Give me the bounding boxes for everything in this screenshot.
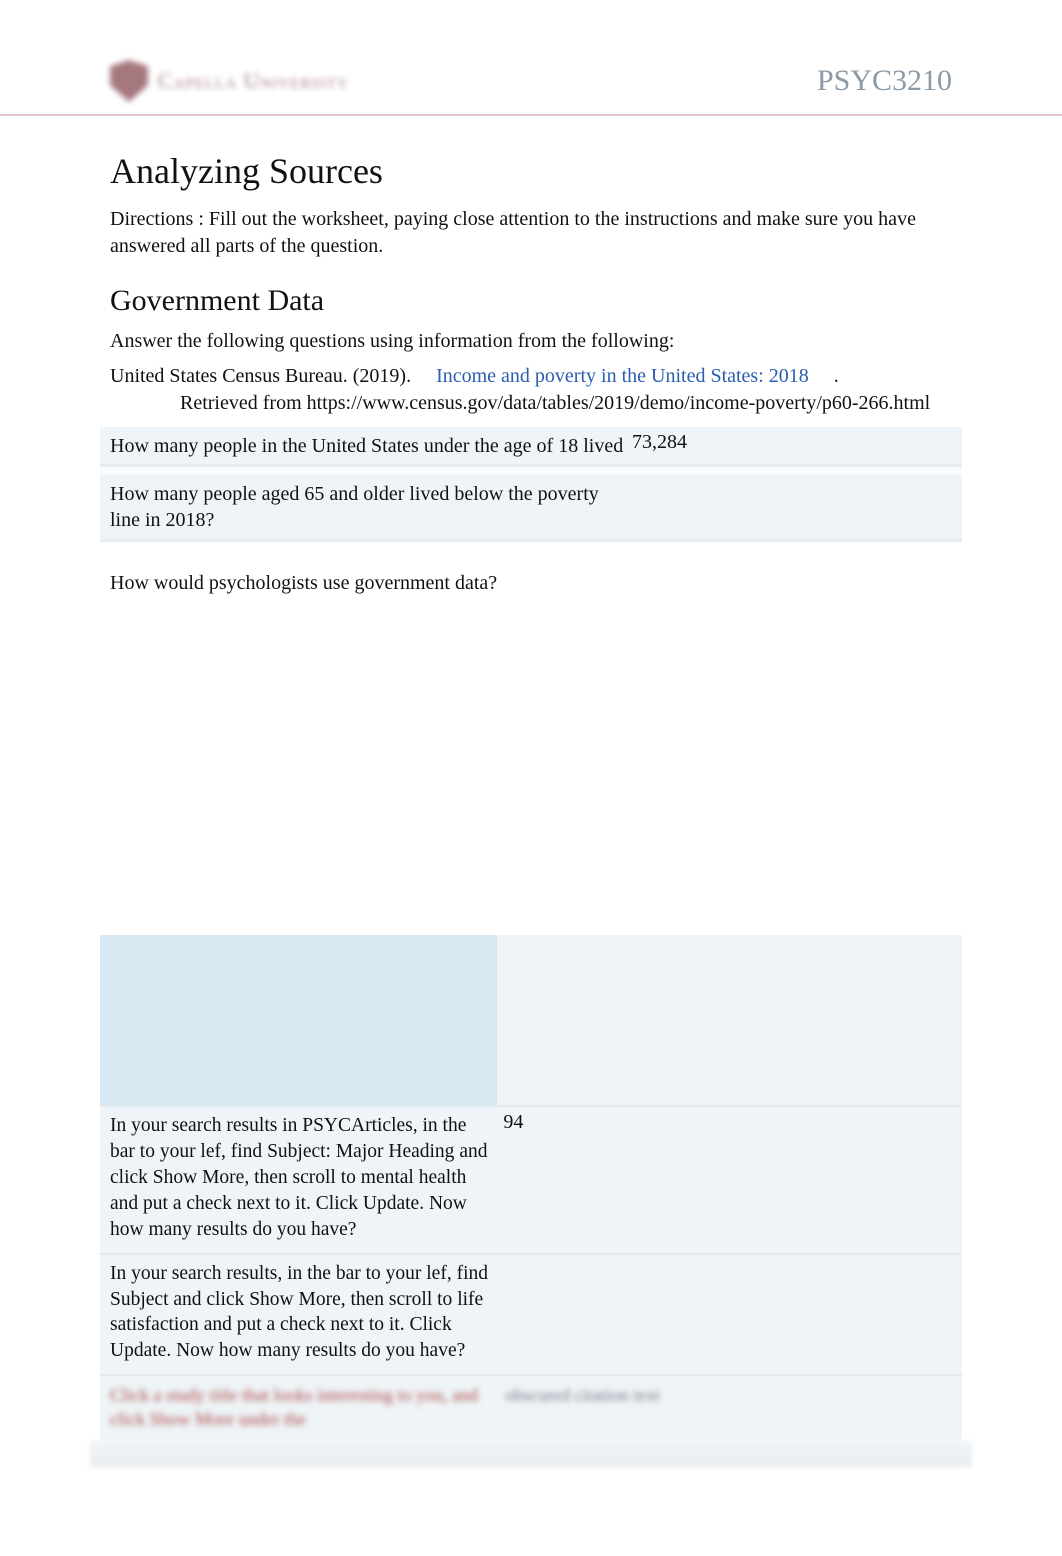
obscured-cell	[100, 935, 497, 1105]
spacer	[110, 595, 952, 935]
obscured-text: Click a study title that looks interesti…	[110, 1384, 497, 1431]
section-heading: Government Data	[110, 284, 952, 318]
obscured-cell-right	[497, 935, 962, 1105]
qa-answer	[497, 1255, 952, 1375]
qa-question: In your search results, in the bar to yo…	[110, 1255, 497, 1375]
directions-text: : Fill out the worksheet, paying close a…	[110, 208, 916, 257]
citation: United States Census Bureau. (2019). Inc…	[110, 363, 952, 417]
qa-question: How many people in the United States und…	[110, 427, 632, 464]
section-intro: Answer the following questions using inf…	[110, 330, 952, 353]
shield-icon	[110, 60, 148, 102]
qa-row: In your search results, in the bar to yo…	[100, 1253, 962, 1375]
obscured-text: obscured citation text	[497, 1384, 952, 1431]
qa-question: In your search results in PSYCArticles, …	[110, 1107, 497, 1253]
page-title: Analyzing Sources	[110, 150, 952, 192]
qa-answer: 94	[497, 1107, 952, 1253]
directions: Directions : Fill out the worksheet, pay…	[110, 206, 952, 260]
row-divider	[100, 467, 962, 475]
obscured-row: Click a study title that looks interesti…	[100, 1374, 962, 1441]
footer-blur	[90, 1441, 972, 1467]
citation-period: .	[834, 365, 839, 387]
content: Analyzing Sources Directions : Fill out …	[0, 116, 1062, 1467]
qa-answer	[632, 475, 952, 539]
page: Capella University PSYC3210 Analyzing So…	[0, 0, 1062, 1467]
qa-row: In your search results in PSYCArticles, …	[100, 1105, 962, 1253]
citation-retrieved: Retrieved from https://www.census.gov/da…	[110, 390, 952, 417]
open-question: How would psychologists use government d…	[110, 572, 952, 595]
citation-link[interactable]: Income and poverty in the United States:…	[436, 365, 809, 387]
qa-answer: 73,284	[632, 427, 952, 464]
qa-row: How many people aged 65 and older lived …	[100, 475, 962, 542]
header: Capella University PSYC3210	[0, 60, 1062, 116]
institution-name: Capella University	[158, 68, 349, 94]
directions-label: Directions	[110, 208, 193, 230]
course-code: PSYC3210	[817, 64, 952, 98]
qa-row: How many people in the United States und…	[100, 427, 962, 467]
qa-question: How many people aged 65 and older lived …	[110, 475, 632, 539]
citation-author: United States Census Bureau. (2019).	[110, 365, 411, 387]
obscured-row	[100, 935, 962, 1105]
lower-block: In your search results in PSYCArticles, …	[100, 935, 962, 1467]
logo: Capella University	[110, 60, 349, 102]
